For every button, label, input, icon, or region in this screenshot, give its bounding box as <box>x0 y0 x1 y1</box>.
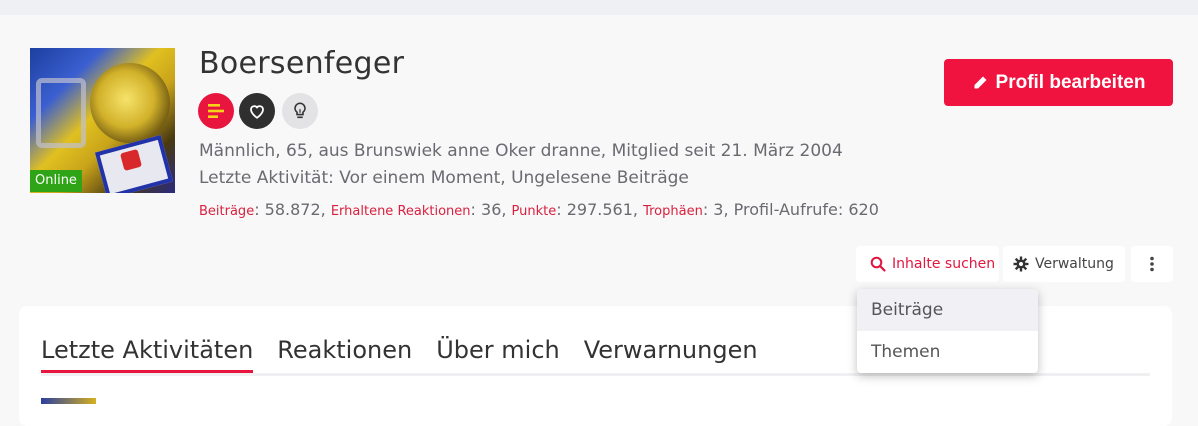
lightbulb-badge-icon[interactable] <box>282 93 318 129</box>
tab-warnings[interactable]: Verwarnungen <box>584 336 758 373</box>
top-bar <box>0 0 1198 15</box>
trophies-value: : 3, Profil-Aufrufe: 620 <box>702 200 879 219</box>
points-value: : 297.561, <box>556 200 644 219</box>
vertical-ellipsis-icon <box>1150 256 1154 272</box>
gear-icon <box>1013 256 1029 272</box>
trophies-link[interactable]: Trophäen <box>643 204 703 219</box>
reactions-value: : 36, <box>470 200 512 219</box>
posts-value: : 58.872, <box>254 200 331 219</box>
reactions-link[interactable]: Erhaltene Reaktionen <box>331 204 471 219</box>
profile-activity-line: Letzte Aktivität: Vor einem Moment, Unge… <box>199 168 689 188</box>
search-content-label: Inhalte suchen <box>892 256 996 272</box>
profile-info-line: Männlich, 65, aus Brunswiek anne Oker dr… <box>199 141 843 161</box>
posts-badge-icon[interactable] <box>198 93 234 129</box>
dropdown-item-threads[interactable]: Themen <box>857 331 1038 373</box>
management-button[interactable]: Verwaltung <box>1003 246 1125 282</box>
points-link[interactable]: Punkte <box>512 204 557 219</box>
pencil-icon <box>974 76 987 88</box>
edit-profile-label: Profil bearbeiten <box>995 71 1146 93</box>
search-content-button[interactable]: Inhalte suchen <box>856 246 999 282</box>
profile-stats-line: Beiträge: 58.872, Erhaltene Reaktionen: … <box>199 200 879 219</box>
tab-latest-activity[interactable]: Letzte Aktivitäten <box>41 336 254 373</box>
online-status-badge: Online <box>30 170 82 192</box>
activity-avatar-thumbnail <box>41 398 96 404</box>
search-content-dropdown: Beiträge Themen <box>857 289 1038 373</box>
profile-username: Boersenfeger <box>199 46 405 81</box>
heart-badge-icon[interactable] <box>239 93 275 129</box>
tab-about[interactable]: Über mich <box>436 336 560 373</box>
profile-tabs: Letzte Aktivitäten Reaktionen Über mich … <box>41 336 758 373</box>
dropdown-item-posts[interactable]: Beiträge <box>857 289 1038 331</box>
tab-reactions[interactable]: Reaktionen <box>277 336 412 373</box>
tab-divider <box>41 373 1150 376</box>
edit-profile-button[interactable]: Profil bearbeiten <box>944 59 1173 106</box>
search-icon <box>870 256 886 272</box>
more-options-button[interactable] <box>1131 246 1173 282</box>
management-label: Verwaltung <box>1035 256 1114 272</box>
posts-link[interactable]: Beiträge <box>199 204 254 219</box>
